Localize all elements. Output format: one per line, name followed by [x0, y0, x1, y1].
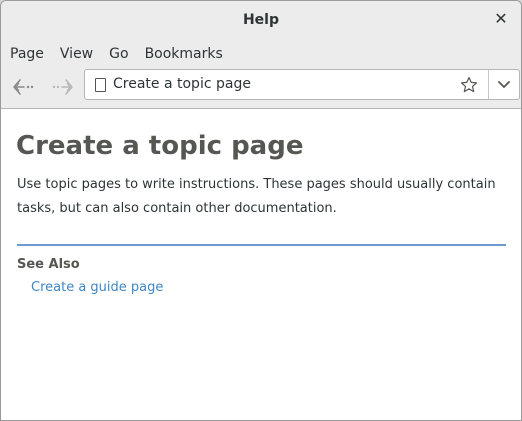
- titlebar[interactable]: Help ✕: [1, 1, 521, 40]
- see-also-heading: See Also: [17, 257, 80, 272]
- location-text: Create a topic page: [113, 76, 251, 92]
- see-also-link-guide-page[interactable]: Create a guide page: [31, 280, 163, 295]
- chevron-down-icon: [498, 81, 510, 88]
- toolbar: Create a topic page: [1, 68, 521, 108]
- back-button[interactable]: [9, 73, 39, 101]
- page-content: Create a topic page Use topic pages to w…: [1, 109, 521, 295]
- forward-button[interactable]: [47, 73, 77, 101]
- help-window: Help ✕ Page View Go Bookmarks Create a t…: [0, 0, 522, 421]
- menu-go[interactable]: Go: [101, 46, 136, 62]
- section-divider: [17, 244, 506, 246]
- window-title: Help: [242, 12, 280, 28]
- page-title: Create a topic page: [16, 131, 304, 161]
- window-chrome: Help ✕ Page View Go Bookmarks Create a t…: [1, 1, 521, 109]
- star-icon: [460, 76, 478, 93]
- menu-bookmarks[interactable]: Bookmarks: [137, 46, 231, 62]
- location-divider: [488, 70, 489, 99]
- bookmark-button[interactable]: [457, 73, 481, 97]
- menubar: Page View Go Bookmarks: [1, 40, 521, 68]
- menu-page[interactable]: Page: [2, 46, 52, 62]
- page-body-text: Use topic pages to write instructions. T…: [17, 177, 496, 216]
- close-icon[interactable]: ✕: [492, 10, 510, 28]
- forward-arrow-icon: [52, 79, 73, 95]
- location-dropdown-button[interactable]: [493, 73, 515, 97]
- back-arrow-icon: [13, 79, 34, 95]
- page-icon: [95, 78, 106, 92]
- location-bar[interactable]: Create a topic page: [84, 69, 520, 100]
- menu-view[interactable]: View: [52, 46, 101, 62]
